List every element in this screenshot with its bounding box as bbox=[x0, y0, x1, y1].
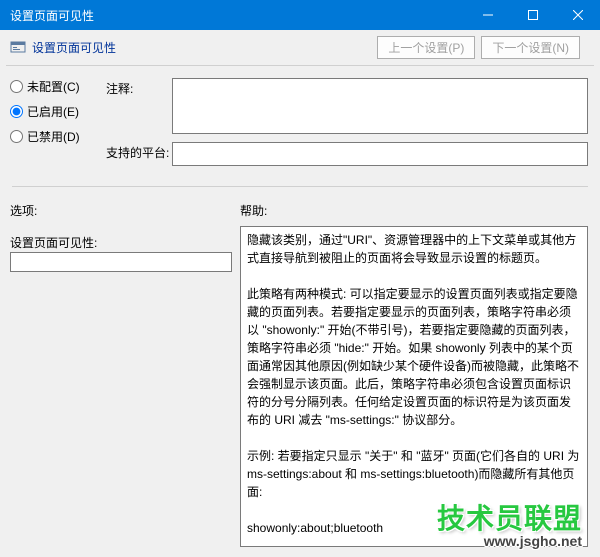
minimize-button[interactable] bbox=[465, 0, 510, 30]
close-button[interactable] bbox=[555, 0, 600, 30]
radio-label: 已禁用(D) bbox=[27, 128, 80, 145]
visibility-group-label: 设置页面可见性: bbox=[10, 234, 97, 251]
comment-row: 注释: bbox=[106, 78, 588, 134]
divider bbox=[6, 65, 594, 66]
comment-textarea[interactable] bbox=[172, 78, 588, 134]
radio-disabled[interactable]: 已禁用(D) bbox=[10, 128, 80, 145]
platforms-row: 支持的平台: bbox=[106, 142, 588, 166]
state-radio-group: 未配置(C) 已启用(E) 已禁用(D) bbox=[10, 78, 80, 145]
policy-icon bbox=[10, 40, 26, 56]
help-label: 帮助: bbox=[240, 202, 267, 219]
radio-disabled-input[interactable] bbox=[10, 130, 23, 143]
platforms-label: 支持的平台: bbox=[106, 142, 172, 166]
platforms-textarea[interactable] bbox=[172, 142, 588, 166]
prev-setting-button[interactable]: 上一个设置(P) bbox=[377, 36, 475, 59]
nav-buttons: 上一个设置(P) 下一个设置(N) bbox=[377, 36, 580, 59]
window-controls bbox=[465, 0, 600, 30]
help-textbox[interactable]: 隐藏该类别，通过"URI"、资源管理器中的上下文菜单或其他方式直接导航到被阻止的… bbox=[240, 226, 588, 547]
radio-not-configured-input[interactable] bbox=[10, 80, 23, 93]
radio-enabled[interactable]: 已启用(E) bbox=[10, 103, 80, 120]
radio-label: 已启用(E) bbox=[27, 103, 79, 120]
radio-label: 未配置(C) bbox=[27, 78, 80, 95]
radio-enabled-input[interactable] bbox=[10, 105, 23, 118]
radio-not-configured[interactable]: 未配置(C) bbox=[10, 78, 80, 95]
divider bbox=[12, 186, 588, 187]
visibility-input[interactable] bbox=[10, 252, 232, 272]
maximize-button[interactable] bbox=[510, 0, 555, 30]
titlebar: 设置页面可见性 bbox=[0, 0, 600, 30]
options-label: 选项: bbox=[10, 202, 240, 219]
subheader: 设置页面可见性 上一个设置(P) 下一个设置(N) bbox=[0, 30, 600, 65]
comment-label: 注释: bbox=[106, 78, 172, 134]
window-title: 设置页面可见性 bbox=[10, 7, 94, 24]
options-header: 选项: 帮助: bbox=[10, 202, 590, 219]
next-setting-button[interactable]: 下一个设置(N) bbox=[481, 36, 580, 59]
subheader-label: 设置页面可见性 bbox=[32, 39, 377, 56]
